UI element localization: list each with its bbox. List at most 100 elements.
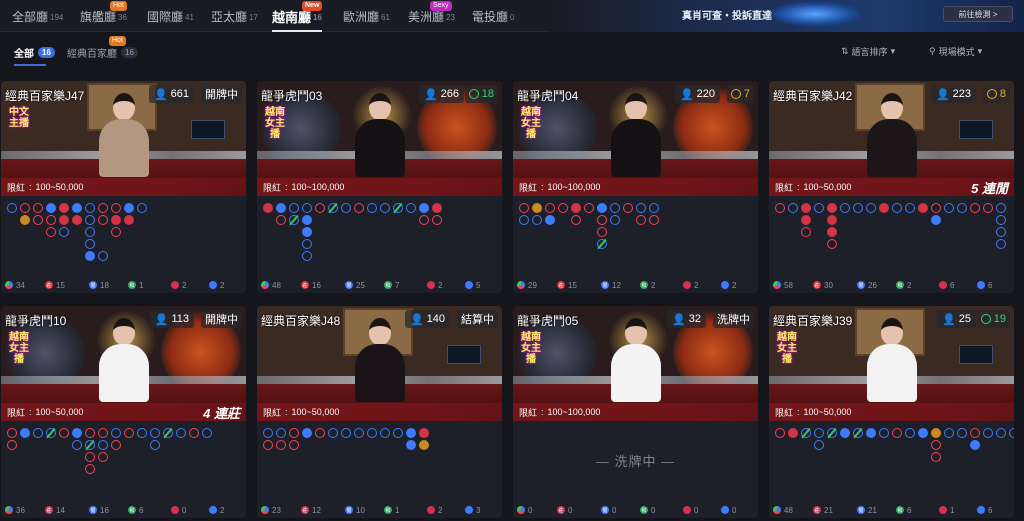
tab-europe-hall[interactable]: 歐洲廳 61 [343,0,390,32]
bead-road[interactable] [513,197,758,277]
game-table-card[interactable]: 經典百家樂J47 👤 661 開牌中 中文主播 限紅:100~50,000 34 莊… [1,81,246,293]
road-bead [905,203,915,213]
dealer-head [625,318,647,345]
stat-item: 1 [939,506,954,515]
limit-label: 限紅 [519,407,538,418]
road-bead [519,203,529,213]
road-bead [85,203,95,213]
stat-icon [261,281,269,289]
stat-icon [683,281,691,289]
dealer-body [611,119,661,177]
live-video[interactable]: 龍爭虎鬥03 👤 266 18 越南女主播 限紅:100~100,000 [257,81,502,196]
stat-item: 58 [773,281,793,290]
limit-label: 限紅 [775,407,794,418]
stat-value: 15 [56,280,65,290]
road-bead [85,428,95,438]
stat-item: 2 [721,281,736,290]
road-bead [72,203,82,213]
stat-value: 18 [100,280,109,290]
language-sort-button[interactable]: ⇅ 語言排序 ▾ [841,45,895,58]
road-bead [85,464,95,474]
countdown-value: 8 [999,88,1006,100]
road-bead [801,215,811,225]
live-video[interactable]: 龍爭虎鬥10 👤 113 開牌中 越南女主播 限紅:100~50,000 4 連莊 [1,306,246,421]
tab-international-hall[interactable]: 國際廳 41 [147,0,194,32]
stat-value: 10 [356,505,365,515]
stat-value: 21 [824,505,833,515]
road-bead [7,440,17,450]
stat-icon [977,281,985,289]
stat-icon: 閒 [601,506,609,514]
game-table-card[interactable]: 經典百家樂J48 👤 140 結算中 限紅:100~50,000 23 莊 12 閒 10… [257,306,502,518]
player-count: 👤 661 [148,85,194,103]
stat-value: 2 [651,280,656,290]
stat-icon: 和 [640,281,648,289]
road-bead [72,440,82,450]
tab-america-hall[interactable]: 美洲廳 23 Sexy [408,0,455,32]
bet-limit-bar: 限紅:100~50,000 [1,178,246,196]
promo-banner[interactable]: 真肖可查・投訴直達 前往檢測 > [550,0,1024,32]
road-bead [775,203,785,213]
stat-icon: 莊 [301,506,309,514]
road-bead [59,428,69,438]
game-table-card[interactable]: 龍爭虎鬥04 👤 220 7 越南女主播 限紅:100~100,000 29 莊 15… [513,81,758,293]
tab-e-betting-hall[interactable]: 電投廳 0 [472,0,514,32]
game-table-card[interactable]: 龍爭虎鬥05 👤 32 洗牌中 越南女主播 限紅:100~100,000 — 洗牌… [513,306,758,518]
road-bead [111,428,121,438]
tab-vietnam-hall[interactable]: 越南廳 16 New [272,0,323,32]
user-icon: 👤 [935,88,950,101]
road-bead [393,428,403,438]
live-video[interactable]: 經典百家樂J39 👤 25 19 越南女主播 限紅:100~50,000 [769,306,1014,421]
game-table-card[interactable]: 經典百家樂J39 👤 25 19 越南女主播 限紅:100~50,000 48 莊 2… [769,306,1014,518]
table-monitor [959,345,993,364]
bead-road[interactable] [257,422,502,502]
road-bead [814,428,824,438]
road-bead [263,440,273,450]
road-bead [545,203,555,213]
bead-road[interactable] [769,197,1014,277]
bead-road[interactable] [1,422,246,502]
streak-label: 5 連閒 [971,181,1008,196]
road-bead [367,203,377,213]
stat-item: 閒 16 [89,506,109,515]
view-mode-button[interactable]: ⚲ 現場模式 ▾ [929,45,982,58]
live-video[interactable]: 經典百家樂J47 👤 661 開牌中 中文主播 限紅:100~50,000 [1,81,246,196]
live-video[interactable]: 經典百家樂J42 👤 223 8 限紅:100~50,000 5 連閒 [769,81,1014,196]
road-bead [892,428,902,438]
game-table-card[interactable]: 龍爭虎鬥10 👤 113 開牌中 越南女主播 限紅:100~50,000 4 連莊… [1,306,246,518]
road-bead [996,215,1006,225]
result-stats: 48 莊 16 閒 25 和 7 2 5 [257,277,502,293]
tab-flagship-hall[interactable]: 旗艦廳 36 Hot [80,0,127,32]
live-video[interactable]: 龍爭虎鬥04 👤 220 7 越南女主播 限紅:100~100,000 [513,81,758,196]
stat-item: 莊 12 [301,506,321,515]
banner-button[interactable]: 前往檢測 > [943,6,1013,22]
player-count-value: 266 [440,88,459,100]
game-table-card[interactable]: 經典百家樂J42 👤 223 8 限紅:100~50,000 5 連閒 58 莊 30… [769,81,1014,293]
streak-label: 4 連莊 [203,406,240,421]
subtab-all[interactable]: 全部 16 [14,45,55,60]
tab-all-halls[interactable]: 全部廳 194 [12,0,63,32]
stat-icon: 莊 [813,506,821,514]
road-bead [957,428,967,438]
subtab-classic-baccarat[interactable]: 經典百家廳 16 Hot [67,36,138,60]
bead-road[interactable] [257,197,502,277]
bead-road[interactable] [1,197,246,277]
bead-road[interactable]: — 洗牌中 — [513,422,758,502]
road-bead [263,428,273,438]
live-video[interactable]: 龍爭虎鬥05 👤 32 洗牌中 越南女主播 限紅:100~100,000 [513,306,758,421]
road-bead [163,427,173,439]
live-video[interactable]: 經典百家樂J48 👤 140 結算中 限紅:100~50,000 [257,306,502,421]
road-bead [341,203,351,213]
stat-icon [721,506,729,514]
stat-item: 莊 16 [301,281,321,290]
stat-value: 16 [100,505,109,515]
stat-value: 3 [476,505,481,515]
road-bead [20,215,30,225]
user-icon: 👤 [423,88,438,101]
stat-item: 和6 [896,506,911,515]
hall-tab-bar: 全部廳 194 旗艦廳 36 Hot 國際廳 41 亞太廳 17 越南廳 16 New 歐洲廳… [0,0,1024,32]
game-table-card[interactable]: 龍爭虎鬥03 👤 266 18 越南女主播 限紅:100~100,000 48 莊 1… [257,81,502,293]
tab-asia-pacific-hall[interactable]: 亞太廳 17 [211,0,258,32]
bead-road[interactable] [769,422,1014,502]
road-bead [610,215,620,225]
